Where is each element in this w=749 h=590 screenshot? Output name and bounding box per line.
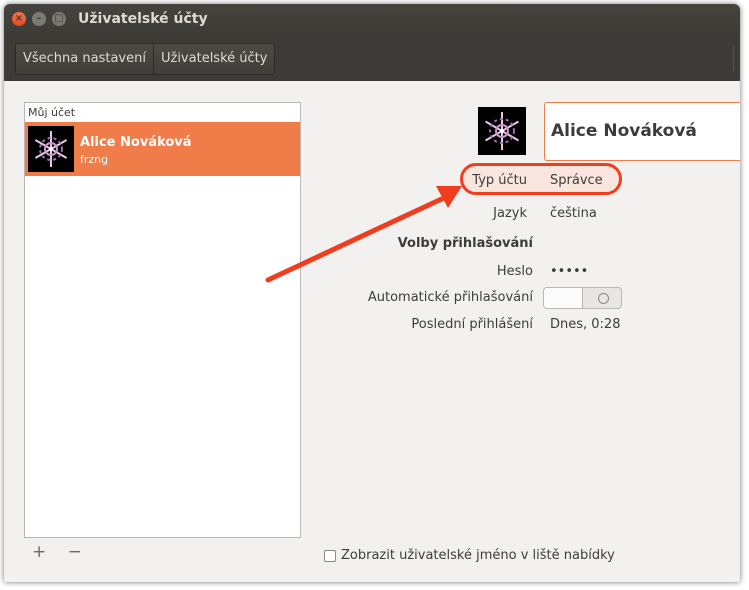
annotation-arrow-icon xyxy=(265,186,462,283)
